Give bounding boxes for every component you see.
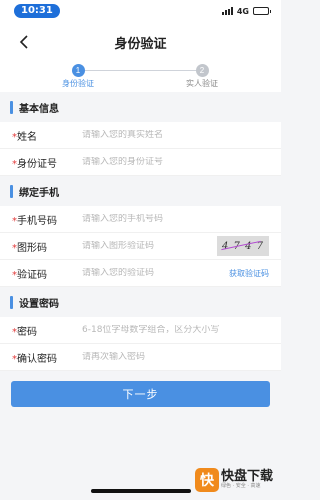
captcha-image[interactable]: 4 7 4 7 [217, 236, 269, 256]
step-label: 身份验证 [62, 79, 94, 88]
section-accent-bar [10, 184, 13, 198]
watermark: 快 快盘下载 绿色 · 安全 · 高速 [194, 468, 273, 492]
field-label: *姓名 [12, 128, 82, 143]
page-title: 身份验证 [114, 36, 167, 52]
step-face: 2 实人验证 [162, 64, 242, 89]
watermark-logo-icon: 快 [194, 468, 219, 492]
section-set-password: 设置密码 [0, 287, 281, 317]
id-number-input[interactable] [82, 157, 269, 167]
name-input[interactable] [82, 130, 269, 140]
password-row: *密码 [0, 317, 281, 344]
progress-stepper: 1 身份验证 2 实人验证 [0, 62, 281, 92]
phone-input[interactable] [82, 214, 269, 224]
get-code-button[interactable]: 获取验证码 [229, 268, 269, 279]
step-identity: 1 身份验证 [38, 64, 118, 89]
field-label: *密码 [12, 323, 82, 338]
field-label: *图形码 [12, 239, 82, 254]
step-number-circle: 2 [195, 64, 209, 77]
section-bind-phone: 绑定手机 [0, 176, 281, 206]
step-number-circle: 1 [71, 64, 85, 77]
section-accent-bar [10, 100, 13, 114]
back-arrow-icon[interactable] [14, 32, 34, 52]
submit-wrapper: 下一步 [0, 381, 281, 407]
id-number-row: *身份证号 [0, 149, 281, 176]
watermark-slogan: 绿色 · 安全 · 高速 [220, 483, 261, 490]
field-label: *身份证号 [12, 155, 82, 170]
section-accent-bar [10, 295, 13, 309]
confirm-password-row: *确认密码 [0, 344, 281, 371]
section-title: 基本信息 [19, 103, 59, 115]
sms-code-label: 验证码 [17, 269, 47, 281]
section-title: 绑定手机 [19, 187, 59, 199]
captcha-label: 图形码 [17, 242, 47, 254]
signal-icon [221, 7, 233, 15]
status-bar: 10:31 4G [0, 0, 281, 22]
section-basic-info: 基本信息 [0, 92, 281, 122]
phone-row: *手机号码 [0, 206, 281, 233]
home-indicator [91, 489, 191, 493]
field-label: *手机号码 [12, 212, 82, 227]
step-label: 实人验证 [186, 79, 218, 88]
field-label: *验证码 [12, 266, 82, 281]
field-label: *确认密码 [12, 350, 82, 365]
battery-icon [253, 7, 271, 15]
name-row: *姓名 [0, 122, 281, 149]
captcha-input[interactable] [82, 241, 217, 251]
section-title: 设置密码 [19, 298, 59, 310]
status-indicators: 4G [221, 6, 271, 16]
network-type: 4G [236, 6, 249, 16]
status-time: 10:31 [14, 4, 60, 18]
sms-code-row: *验证码 获取验证码 [0, 260, 281, 287]
password-label: 密码 [17, 326, 37, 338]
confirm-password-input[interactable] [82, 352, 269, 362]
captcha-row: *图形码 4 7 4 7 [0, 233, 281, 260]
phone-label: 手机号码 [17, 215, 57, 227]
password-input[interactable] [82, 325, 269, 335]
nav-bar: 身份验证 [0, 22, 281, 62]
next-step-button[interactable]: 下一步 [11, 381, 270, 407]
sms-code-input[interactable] [82, 268, 229, 278]
confirm-password-label: 确认密码 [17, 353, 57, 365]
name-label: 姓名 [17, 131, 37, 143]
id-number-label: 身份证号 [17, 158, 57, 170]
watermark-text: 快盘下载 绿色 · 安全 · 高速 [220, 469, 273, 490]
